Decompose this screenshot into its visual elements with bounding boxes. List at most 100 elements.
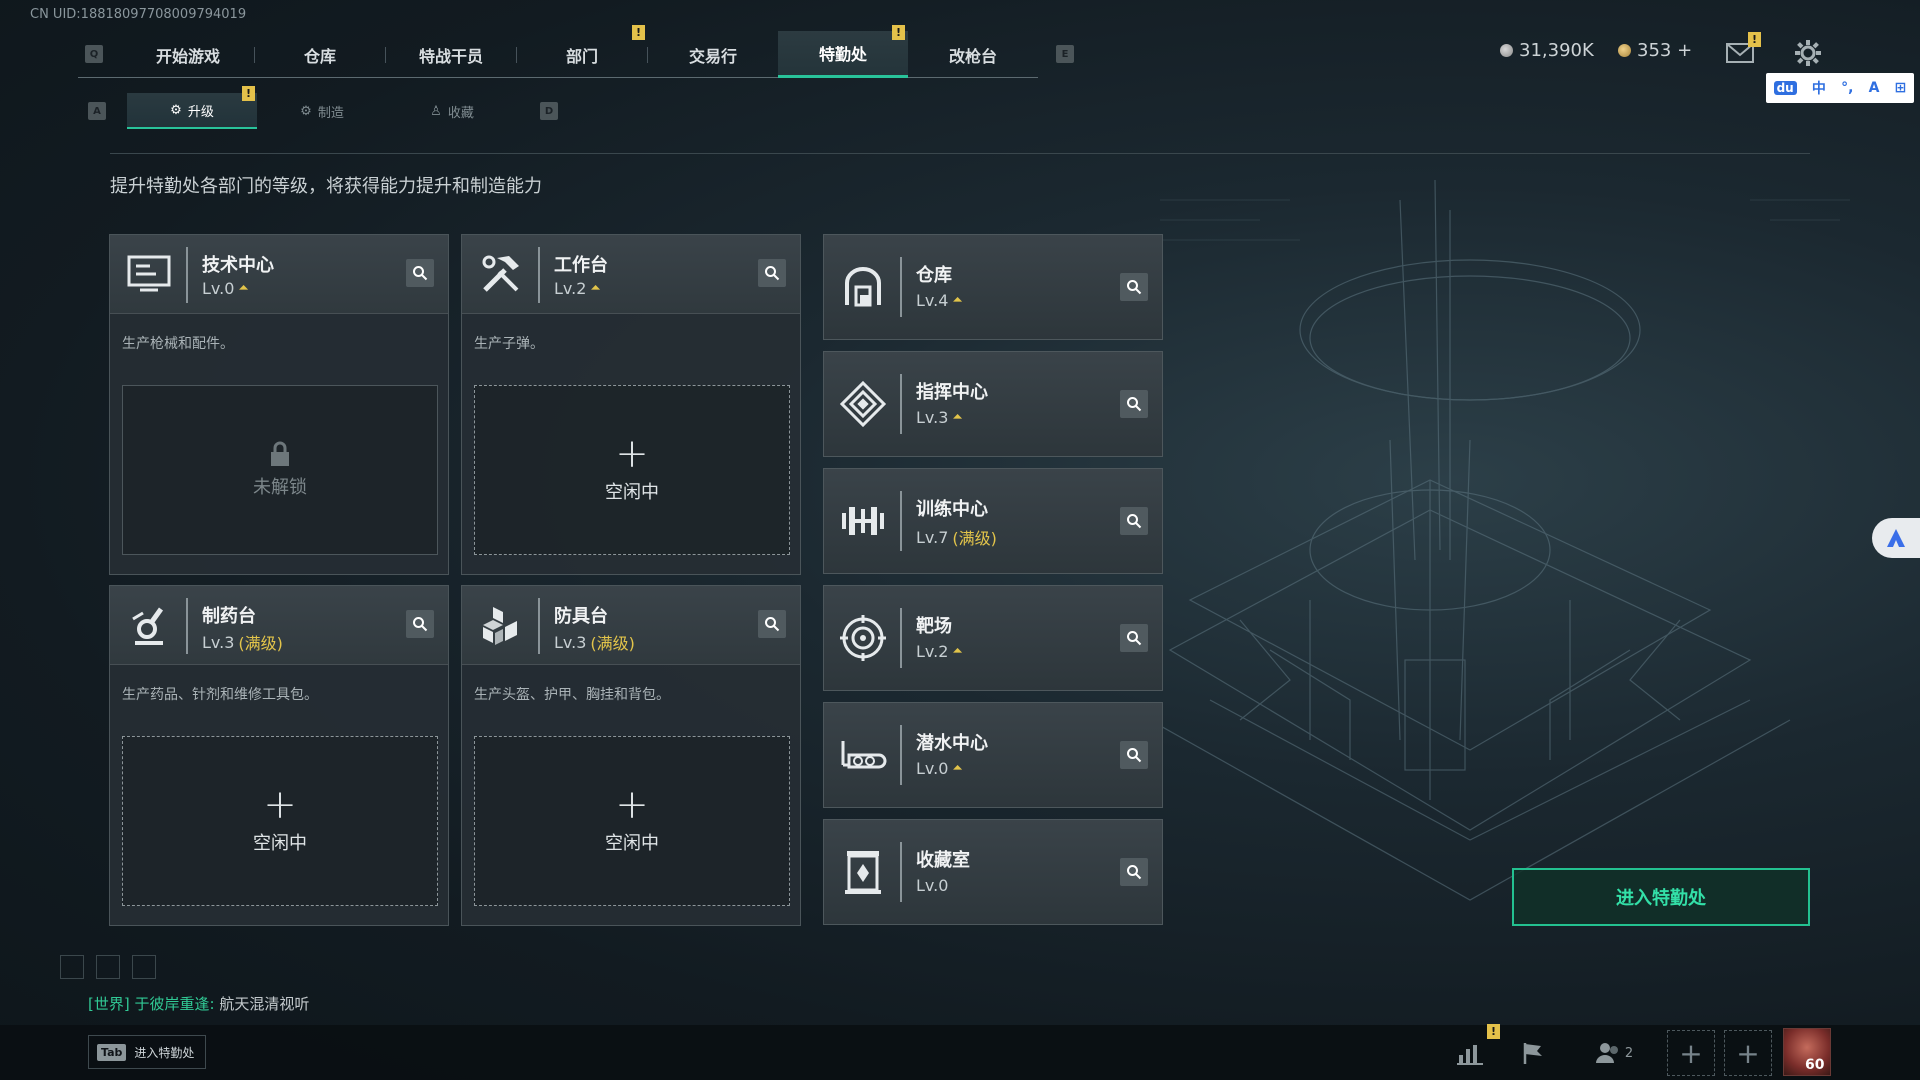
card-divider (538, 598, 540, 654)
armor-bench-icon (474, 598, 528, 652)
stats-icon[interactable] (1452, 1038, 1488, 1068)
search-button[interactable] (406, 259, 434, 287)
search-icon (765, 266, 780, 281)
upgrade-available-icon: ⏶ (238, 281, 249, 296)
search-button[interactable] (758, 610, 786, 638)
department-card-warehouse[interactable]: 仓库 Lv.4 ⏶ (823, 234, 1163, 340)
divider (110, 153, 1810, 154)
subtab-craft[interactable]: ⚙ 制造 (257, 93, 387, 129)
search-button[interactable] (1120, 390, 1148, 418)
tech-center-icon (122, 247, 176, 301)
production-slot-idle[interactable]: + 空闲中 (122, 736, 438, 906)
card-header: 技术中心 Lv.0 ⏶ (110, 235, 448, 314)
ime-chinese-toggle[interactable]: 中 (1812, 78, 1826, 98)
team-slot-add[interactable]: + (1724, 1030, 1772, 1076)
department-card-command-center[interactable]: 指挥中心 Lv.3 ⏶ (823, 351, 1163, 457)
command-center-icon (836, 377, 890, 431)
search-icon (413, 617, 428, 632)
card-title: 收藏室 (916, 850, 970, 871)
search-button[interactable] (1120, 741, 1148, 769)
department-card-collection-room[interactable]: 收藏室 Lv.0 (823, 819, 1163, 925)
production-slot-idle[interactable]: + 空闲中 (474, 385, 790, 555)
search-button[interactable] (1120, 858, 1148, 886)
department-card-armor-bench[interactable]: 防具台 Lv.3 (满级) 生产头盔、护甲、胸挂和背包。 + 空闲中 (461, 585, 801, 926)
card-level: Lv.2 ⏶ (916, 642, 963, 661)
tab-special-ops[interactable]: 特勤处 (778, 31, 908, 78)
slot-status: 空闲中 (605, 482, 659, 503)
enter-special-ops-button[interactable]: 进入特勤处 (1512, 868, 1810, 926)
card-level: Lv.2 ⏶ (554, 279, 601, 298)
search-icon (413, 266, 428, 281)
upgrade-available-icon: ⏶ (952, 410, 963, 425)
search-icon (1127, 631, 1142, 646)
search-button[interactable] (1120, 507, 1148, 535)
department-card-tech-center[interactable]: 技术中心 Lv.0 ⏶ 生产枪械和配件。 未解锁 (109, 234, 449, 575)
subtab-collection[interactable]: ♙ 收藏 (387, 93, 517, 129)
search-button[interactable] (758, 259, 786, 287)
assistant-float-button[interactable] (1872, 518, 1920, 558)
ime-skin-toggle[interactable]: A (1869, 80, 1880, 96)
card-divider (900, 374, 902, 434)
card-level: Lv.3 (满级) (202, 630, 283, 654)
add-icon: + (1736, 1036, 1760, 1070)
search-button[interactable] (1120, 273, 1148, 301)
department-card-workbench[interactable]: 工作台 Lv.2 ⏶ 生产子弹。 + 空闲中 (461, 234, 801, 575)
ime-toolbar[interactable]: du 中 °, A ⊞ (1766, 73, 1914, 103)
level-value: Lv.0 (916, 759, 949, 778)
max-level-badge: (满级) (952, 529, 997, 548)
department-card-pharmacy[interactable]: 制药台 Lv.3 (满级) 生产药品、针剂和维修工具包。 + 空闲中 (109, 585, 449, 926)
gear-icon[interactable] (1794, 39, 1822, 67)
production-slot-idle[interactable]: + 空闲中 (474, 736, 790, 906)
card-description: 生产子弹。 (474, 336, 544, 352)
special-ops-alert-icon: ! (892, 25, 905, 40)
add-icon: + (1679, 1036, 1703, 1070)
card-divider (538, 247, 540, 303)
tab-departments[interactable]: 部门 (517, 31, 647, 78)
ime-menu-toggle[interactable]: ⊞ (1895, 80, 1907, 96)
world-chat-line[interactable]: [世界] 于彼岸重逢: 航天混清视听 (88, 993, 309, 1014)
card-level: Lv.0 (916, 876, 948, 895)
card-title: 靶场 (916, 616, 952, 637)
player-level: 60 (1805, 1057, 1825, 1073)
max-level-badge: (满级) (238, 634, 283, 653)
training-center-icon (836, 494, 890, 548)
department-card-diving-center[interactable]: 潜水中心 Lv.0 ⏶ (823, 702, 1163, 808)
departments-alert-icon: ! (632, 25, 645, 40)
chat-channel: [世界] (88, 995, 130, 1013)
silver-coin-icon (1500, 44, 1513, 57)
subtab-upgrade[interactable]: ⚙ 升级 (127, 93, 257, 129)
search-button[interactable] (1120, 624, 1148, 652)
ime-logo[interactable]: du (1773, 81, 1797, 95)
tab-hint-button[interactable]: Tab 进入特勤处 (88, 1035, 206, 1069)
gold-amount: 353 + (1637, 40, 1693, 61)
flag-icon[interactable] (1515, 1038, 1551, 1068)
search-button[interactable] (406, 610, 434, 638)
max-level-badge: (满级) (590, 634, 635, 653)
card-level: Lv.0 ⏶ (916, 759, 963, 778)
tab-gunsmith[interactable]: 改枪台 (908, 31, 1038, 78)
search-icon (1127, 748, 1142, 763)
tab-warehouse[interactable]: 仓库 (255, 31, 385, 78)
level-value: Lv.2 (554, 279, 587, 298)
chat-sender[interactable]: 于彼岸重逢: (135, 995, 215, 1013)
add-icon: + (615, 431, 649, 477)
tab-trading[interactable]: 交易行 (648, 31, 778, 78)
decor-square (60, 955, 84, 979)
department-card-training-center[interactable]: 训练中心 Lv.7 (满级) (823, 468, 1163, 574)
card-header: 防具台 Lv.3 (满级) (462, 586, 800, 665)
level-value: Lv.2 (916, 642, 949, 661)
facility-hologram (1150, 180, 1850, 901)
tab-start-game[interactable]: 开始游戏 (123, 31, 253, 78)
search-icon (1127, 514, 1142, 529)
gold-coin-icon (1618, 44, 1631, 57)
search-icon (1127, 865, 1142, 880)
ime-punctuation-toggle[interactable]: °, (1841, 80, 1853, 96)
card-level: Lv.0 ⏶ (202, 279, 249, 298)
tab-operators[interactable]: 特战干员 (386, 31, 516, 78)
team-slot-add[interactable]: + (1667, 1030, 1715, 1076)
decor-square (132, 955, 156, 979)
add-icon: + (263, 782, 297, 828)
department-card-shooting-range[interactable]: 靶场 Lv.2 ⏶ (823, 585, 1163, 691)
friends-button[interactable]: 2 (1586, 1038, 1642, 1068)
gold-currency[interactable]: 353 + (1618, 40, 1692, 61)
